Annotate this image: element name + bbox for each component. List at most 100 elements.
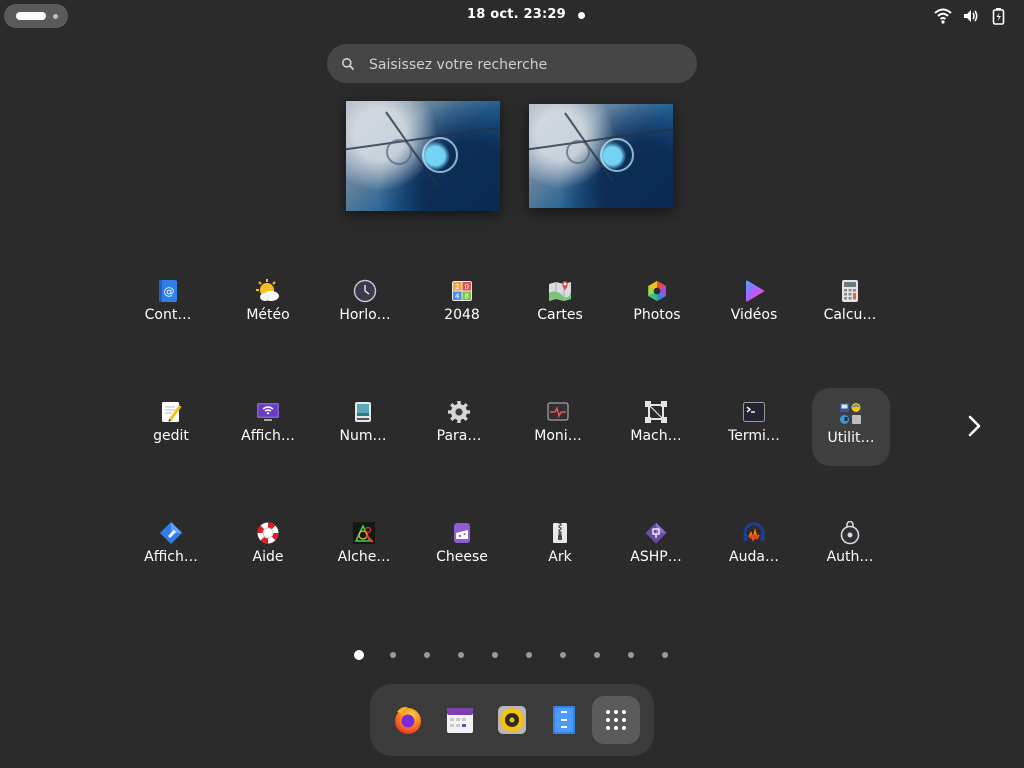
videos-icon — [742, 279, 766, 303]
cheese-icon — [450, 521, 474, 545]
firefox-icon — [395, 706, 421, 734]
page-dot-5[interactable] — [492, 652, 498, 658]
app-weather[interactable]: Météo — [229, 265, 307, 343]
page-dot-1[interactable] — [354, 650, 364, 660]
virtual-machines-icon — [644, 400, 668, 424]
calculator-icon — [838, 279, 862, 303]
battery-icon[interactable] — [990, 7, 1008, 25]
app-label: Affich… — [241, 428, 295, 444]
app-label: Photos — [633, 307, 681, 323]
app-gedit[interactable]: gedit — [132, 386, 210, 464]
wifi-icon[interactable] — [934, 7, 952, 25]
app-label: Météo — [246, 307, 290, 323]
app-label: Auth… — [826, 549, 874, 565]
page-dot-10[interactable] — [662, 652, 668, 658]
page-dot-3[interactable] — [424, 652, 430, 658]
archive-icon — [548, 521, 572, 545]
app-label: Utilit… — [827, 430, 875, 446]
page-dot-2[interactable] — [390, 652, 396, 658]
app-label: Ark — [548, 549, 572, 565]
search-bar[interactable] — [327, 44, 697, 85]
app-audacity[interactable]: Auda… — [715, 507, 793, 585]
volume-icon[interactable] — [962, 7, 980, 25]
app-help[interactable]: Aide — [229, 507, 307, 585]
svg-text:8: 8 — [464, 293, 468, 301]
dash-firefox[interactable] — [384, 696, 432, 744]
notification-dot — [578, 12, 585, 19]
utilities-folder-icon — [839, 402, 863, 426]
app-label: Termi… — [728, 428, 780, 444]
svg-text:4: 4 — [455, 293, 460, 301]
dash-files[interactable] — [540, 696, 588, 744]
app-folder-utilities[interactable]: Utilit… — [812, 388, 890, 466]
alchemy-icon — [352, 521, 376, 545]
contacts-icon: @ — [156, 279, 180, 303]
dash-rhythmbox[interactable] — [488, 696, 536, 744]
app-label: Vidéos — [730, 307, 778, 323]
app-clocks[interactable]: Horlo… — [326, 265, 404, 343]
app-videos[interactable]: Vidéos — [715, 265, 793, 343]
workspace-thumbnail-2[interactable] — [529, 104, 673, 208]
authenticator-icon — [838, 521, 862, 545]
app-label: Cheese — [436, 549, 488, 565]
clock-icon — [353, 279, 377, 303]
app-contacts[interactable]: @ Cont… — [129, 265, 207, 343]
workspace-thumbnail-1[interactable] — [346, 101, 500, 211]
app-label: Mach… — [630, 428, 682, 444]
activities-indicator[interactable] — [4, 4, 68, 28]
svg-text:@: @ — [164, 285, 175, 298]
dash-calendar[interactable] — [436, 696, 484, 744]
page-dot-8[interactable] — [594, 652, 600, 658]
photos-icon — [645, 279, 669, 303]
active-workspace-pill — [16, 12, 46, 20]
app-scanner[interactable]: Num… — [324, 386, 402, 464]
search-input[interactable] — [367, 44, 681, 85]
app-label: Aide — [252, 549, 284, 565]
document-viewer-icon — [159, 521, 183, 545]
app-terminal[interactable]: Termi… — [715, 386, 793, 464]
svg-text:0: 0 — [464, 283, 468, 291]
app-calculator[interactable]: Calcu… — [811, 265, 889, 343]
app-maps[interactable]: Cartes — [521, 265, 599, 343]
app-ashpd[interactable]: ASHP… — [617, 507, 695, 585]
show-apps-button[interactable] — [592, 696, 640, 744]
app-2048[interactable]: 2048 2048 — [423, 265, 501, 343]
ashpd-icon — [644, 521, 668, 545]
maps-icon — [548, 279, 572, 303]
app-settings[interactable]: Para… — [420, 386, 498, 464]
game-2048-icon: 2048 — [450, 279, 474, 303]
app-label: ASHP… — [630, 549, 682, 565]
system-monitor-icon — [546, 400, 570, 424]
app-label: Cartes — [537, 307, 583, 323]
app-remote-viewer[interactable]: Affich… — [229, 386, 307, 464]
page-dot-4[interactable] — [458, 652, 464, 658]
clock[interactable]: 18 oct. 23:29 — [467, 7, 566, 22]
next-page-chevron-icon[interactable] — [962, 414, 986, 438]
app-virtual-machines[interactable]: Mach… — [617, 386, 695, 464]
app-alchemy[interactable]: Alche… — [325, 507, 403, 585]
weather-icon — [256, 279, 280, 303]
app-label: Horlo… — [339, 307, 391, 323]
app-label: Para… — [436, 428, 482, 444]
dash — [370, 684, 654, 756]
app-label: Moni… — [534, 428, 582, 444]
app-ark[interactable]: Ark — [521, 507, 599, 585]
app-label: gedit — [153, 428, 189, 444]
app-authenticator[interactable]: Auth… — [811, 507, 889, 585]
page-dot-7[interactable] — [560, 652, 566, 658]
app-system-monitor[interactable]: Moni… — [519, 386, 597, 464]
terminal-icon — [742, 400, 766, 424]
rhythmbox-icon — [498, 706, 526, 734]
show-apps-icon — [606, 710, 626, 730]
top-bar: 18 oct. 23:29 — [0, 0, 1024, 32]
settings-icon — [447, 400, 471, 424]
page-dot-6[interactable] — [526, 652, 532, 658]
app-label: Alche… — [337, 549, 391, 565]
page-dot-9[interactable] — [628, 652, 634, 658]
app-label: Affich… — [144, 549, 198, 565]
app-cheese[interactable]: Cheese — [423, 507, 501, 585]
app-document-viewer[interactable]: Affich… — [132, 507, 210, 585]
app-label: Auda… — [729, 549, 779, 565]
help-icon — [256, 521, 280, 545]
app-photos[interactable]: Photos — [618, 265, 696, 343]
